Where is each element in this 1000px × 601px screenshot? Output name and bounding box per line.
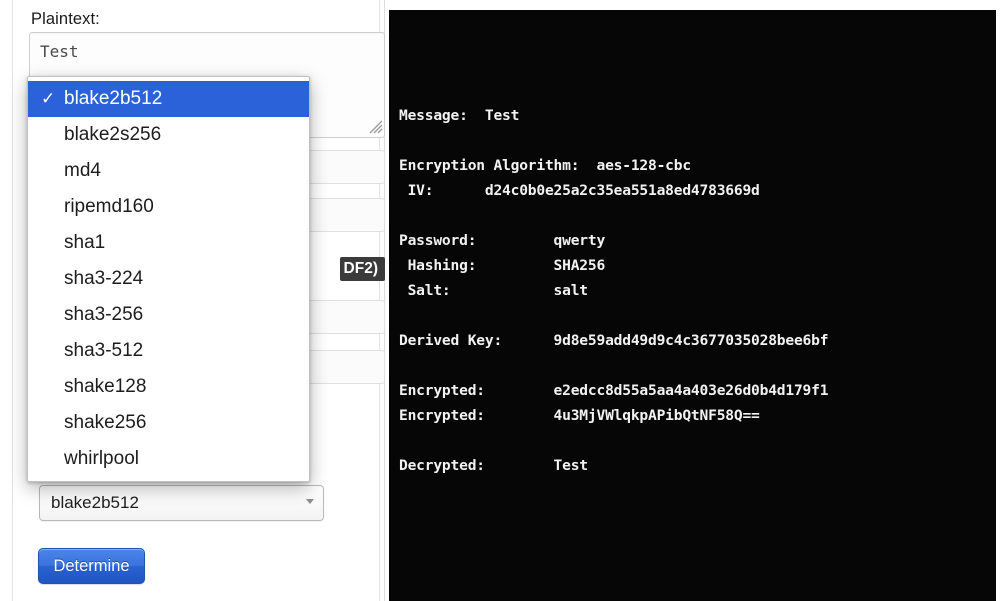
- terminal-line: Decrypted: Test: [399, 457, 588, 474]
- terminal-line: Salt: salt: [399, 282, 589, 299]
- dropdown-option[interactable]: ✓ blake2b512: [28, 81, 309, 117]
- dropdown-option-label: ripemd160: [64, 196, 154, 217]
- dropdown-option-label: blake2s256: [64, 124, 162, 145]
- dropdown-option-label: md4: [64, 160, 101, 181]
- terminal-line: Password: qwerty: [399, 232, 606, 249]
- obscured-caption-tail: DF2): [339, 257, 385, 281]
- dropdown-option[interactable]: ✓shake256: [28, 405, 309, 441]
- hash-algorithm-dropdown-menu[interactable]: ✓blake2b512✓blake2s256✓md4✓ripemd160✓sha…: [27, 76, 310, 482]
- hash-algorithm-select[interactable]: blake2b512: [39, 485, 324, 521]
- dropdown-option[interactable]: ✓blake2s256: [28, 117, 309, 153]
- dropdown-option[interactable]: ✓sha3-256: [28, 297, 309, 333]
- terminal-line: Derived Key: 9d8e59add49d9c4c3677035028b…: [399, 332, 829, 349]
- dropdown-option-label: sha3-512: [64, 340, 144, 361]
- dropdown-option-label: sha3-256: [64, 304, 144, 325]
- terminal-line: Message: Test: [399, 107, 520, 124]
- determine-button[interactable]: Determine: [38, 548, 145, 584]
- dropdown-option[interactable]: ✓whirlpool: [28, 441, 309, 477]
- dropdown-option[interactable]: ✓ripemd160: [28, 189, 309, 225]
- dropdown-option-label: shake128: [64, 376, 147, 397]
- terminal-line: Hashing: SHA256: [399, 257, 606, 274]
- hash-algorithm-select-value: blake2b512: [51, 493, 139, 512]
- dropdown-option[interactable]: ✓shake128: [28, 369, 309, 405]
- crypto-demo-screen: Plaintext: DF2): [0, 0, 1000, 601]
- check-icon: ✓: [41, 89, 56, 108]
- plaintext-label: Plaintext:: [31, 10, 100, 28]
- chevron-down-icon: [306, 499, 314, 504]
- terminal-line: IV: d24c0b0e25a2c35ea551a8ed4783669d: [399, 182, 760, 199]
- dropdown-option[interactable]: ✓sha3-224: [28, 261, 309, 297]
- terminal-output-text: Message: Test Encryption Algorithm: aes-1…: [389, 28, 996, 478]
- dropdown-option-label: sha1: [64, 232, 106, 253]
- dropdown-option-label: sha3-224: [64, 268, 144, 289]
- dropdown-option[interactable]: ✓sha1: [28, 225, 309, 261]
- terminal-output-panel: Message: Test Encryption Algorithm: aes-1…: [389, 10, 996, 601]
- terminal-line: Encrypted: e2edcc8d55a5aa4a403e26d0b4d17…: [399, 382, 829, 399]
- terminal-line: Encrypted: 4u3MjVWlqkpAPibQtNF58Q==: [399, 407, 760, 424]
- dropdown-option[interactable]: ✓sha3-512: [28, 333, 309, 369]
- dropdown-option-label: shake256: [64, 412, 147, 433]
- dropdown-option[interactable]: ✓md4: [28, 153, 309, 189]
- dropdown-option-label: whirlpool: [64, 448, 139, 469]
- terminal-line: Encryption Algorithm: aes-128-cbc: [399, 157, 691, 174]
- dropdown-option-label: blake2b512: [64, 88, 163, 109]
